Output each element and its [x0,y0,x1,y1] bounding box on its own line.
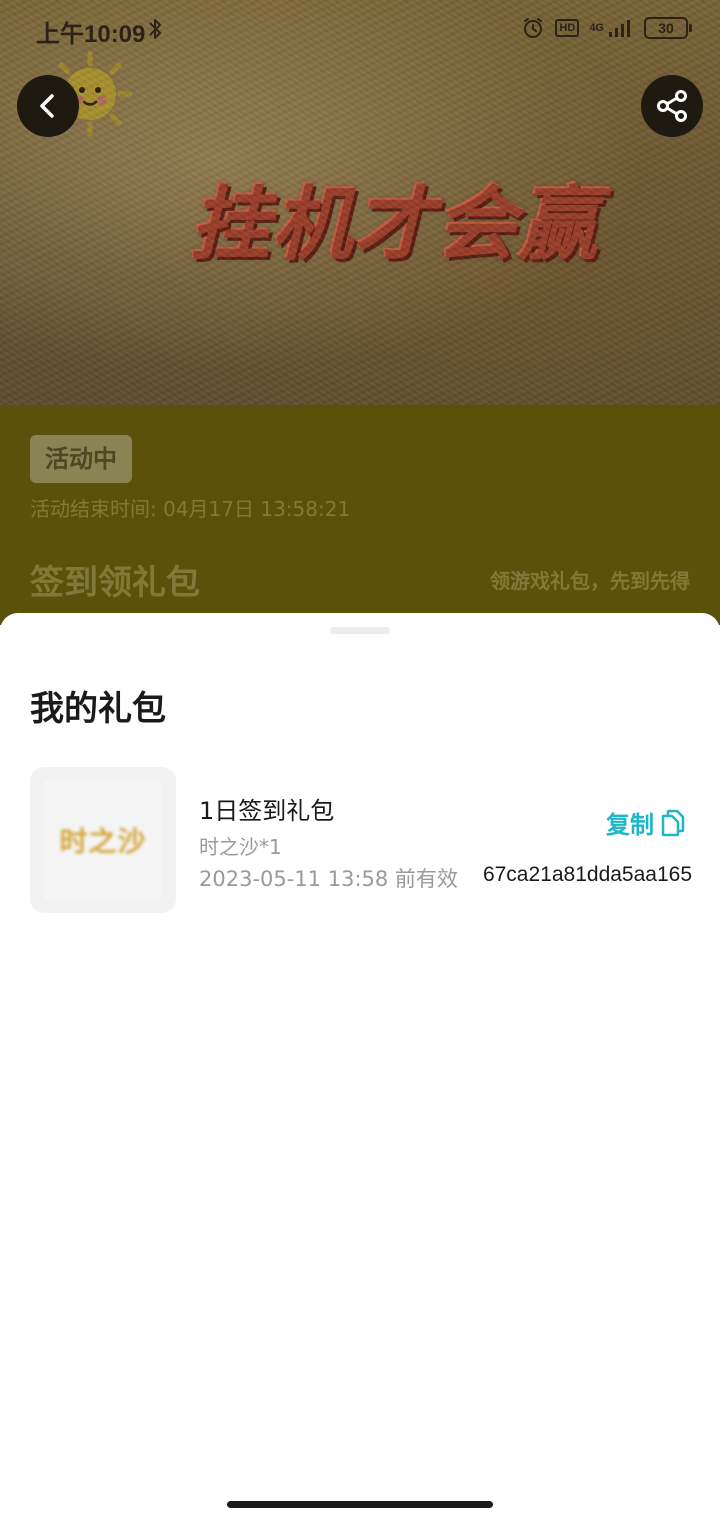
hero-banner: 挂机才会赢 [0,0,720,405]
battery-level: 30 [658,20,674,36]
gift-thumbnail-image: 时之沙 [44,781,162,899]
home-indicator [227,1501,493,1508]
status-bar: 上午10:09 HD 4G 30 [0,0,720,60]
sheet-drag-handle[interactable] [330,627,390,634]
gift-name: 1日签到礼包 [199,797,335,825]
share-icon [657,90,687,122]
share-button[interactable] [641,75,703,137]
gift-code[interactable]: 67ca21a81dda5aa165 [483,863,692,887]
signal-icon [609,20,630,37]
gift-item: 时之沙*1 [199,835,282,859]
gift-thumbnail: 时之沙 [30,767,176,913]
activity-subtitle: 领游戏礼包，先到先得 [490,569,690,593]
status-badge: 活动中 [30,435,132,483]
sheet-title: 我的礼包 [30,689,166,729]
back-button[interactable] [17,75,79,137]
my-gifts-sheet: 我的礼包 时之沙 1日签到礼包 时之沙*1 2023-05-11 13:58 前… [0,613,720,1520]
copy-button[interactable]: 复制 [606,805,686,840]
hd-icon: HD [555,19,580,37]
gift-expire: 2023-05-11 13:58 前有效 [199,867,458,891]
activity-end-time: 活动结束时间: 04月17日 13:58:21 [30,497,351,521]
status-icons: HD 4G 30 [521,16,692,40]
chevron-left-icon [40,94,54,118]
gift-thumbnail-text: 时之沙 [59,825,147,858]
bluetooth-icon [149,19,161,39]
activity-title: 签到领礼包 [30,563,200,603]
network-type: 4G [589,22,604,34]
copy-icon [661,809,685,836]
hero-slogan: 挂机才会赢 [190,178,600,271]
activity-info: 活动中 活动结束时间: 04月17日 13:58:21 签到领礼包 领游戏礼包，… [0,405,720,625]
battery-icon: 30 [644,17,692,39]
status-time: 上午10:09 [36,21,146,48]
copy-label: 复制 [606,811,654,839]
alarm-icon [524,18,543,38]
